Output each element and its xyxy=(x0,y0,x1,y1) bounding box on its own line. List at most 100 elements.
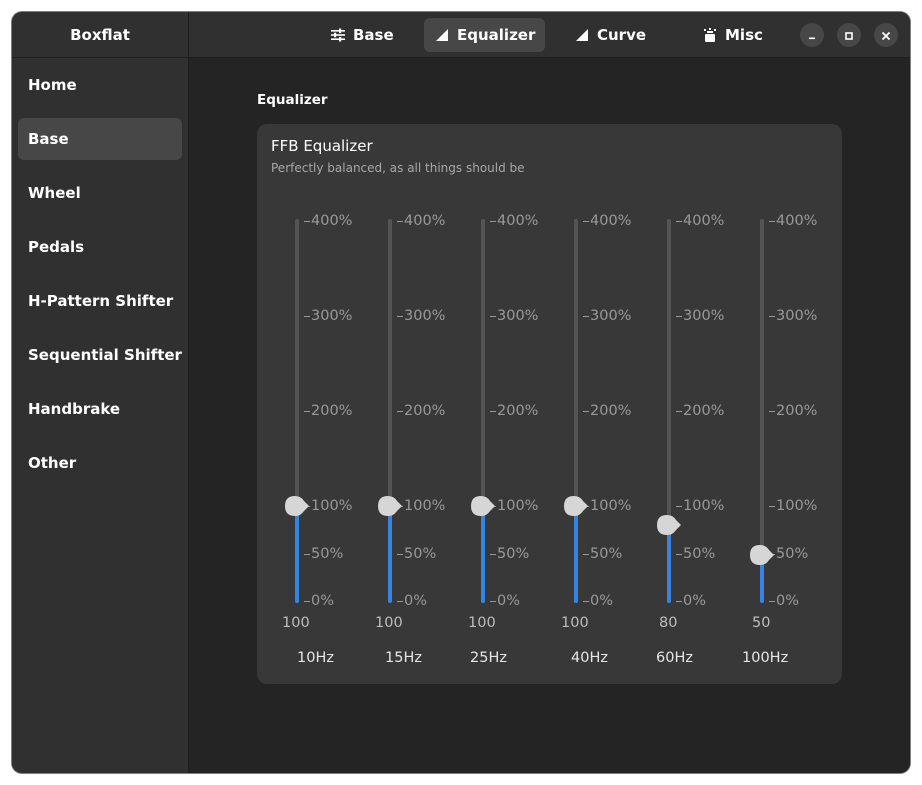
scale-mark-label: 0% xyxy=(776,593,800,609)
scale-mark-label: 100% xyxy=(776,498,818,514)
misc-icon xyxy=(702,27,718,43)
scale-mark-label: 100% xyxy=(404,498,446,514)
scale-mark-label: 200% xyxy=(776,403,818,419)
scale-mark-label: 0% xyxy=(683,593,707,609)
frequency-label: 60Hz xyxy=(656,650,693,666)
scale-mark: 200% xyxy=(676,403,724,419)
sidebar-nav: Home Base Wheel Pedals H-Pattern Shifter… xyxy=(12,58,188,502)
tab-base[interactable]: Base xyxy=(320,18,404,52)
scale-mark-label: 100% xyxy=(311,498,353,514)
section-title: Equalizer xyxy=(257,92,328,108)
slider-knob[interactable] xyxy=(656,514,683,536)
scale-mark: 0% xyxy=(490,593,520,609)
scale-mark-label: 300% xyxy=(404,308,446,324)
slider-knob[interactable] xyxy=(749,544,776,566)
scale-mark: 0% xyxy=(769,593,799,609)
eq-slider-25hz[interactable]: 400% 300% 200% 100% 50% 0% 100 25Hz xyxy=(468,124,571,684)
scale-mark: 300% xyxy=(397,308,445,324)
scale-mark-label: 100% xyxy=(683,498,725,514)
scale-mark-label: 300% xyxy=(776,308,818,324)
eq-slider-15hz[interactable]: 400% 300% 200% 100% 50% 0% 100 15Hz xyxy=(375,124,478,684)
scale-mark: 50% xyxy=(676,546,715,562)
sidebar-item-home[interactable]: Home xyxy=(18,64,182,106)
scale-mark: 300% xyxy=(490,308,538,324)
slider-knob[interactable] xyxy=(563,495,590,517)
scale-mark-label: 50% xyxy=(776,546,809,562)
scale-mark: 100% xyxy=(676,498,724,514)
slider-knob[interactable] xyxy=(377,495,404,517)
scale-mark: 100% xyxy=(490,498,538,514)
scale-mark: 100% xyxy=(769,498,817,514)
scale-mark: 400% xyxy=(583,213,631,229)
scale-mark: 200% xyxy=(490,403,538,419)
frequency-label: 15Hz xyxy=(385,650,422,666)
tab-misc[interactable]: Misc xyxy=(692,18,773,52)
scale-mark-label: 0% xyxy=(404,593,428,609)
header-bar: Base Equalizer Curve Misc xyxy=(189,12,910,58)
scale-mark-label: 50% xyxy=(590,546,623,562)
scale-mark: 400% xyxy=(304,213,352,229)
scale-mark: 400% xyxy=(676,213,724,229)
slider-knob[interactable] xyxy=(284,495,311,517)
scale-mark-label: 200% xyxy=(404,403,446,419)
frequency-label: 40Hz xyxy=(571,650,608,666)
slider-value: 100 xyxy=(375,615,403,631)
eq-slider-10hz[interactable]: 400% 300% 200% 100% 50% 0% 100 10Hz xyxy=(282,124,385,684)
triangle-ramp-icon xyxy=(434,27,450,43)
sidebar-item-wheel[interactable]: Wheel xyxy=(18,172,182,214)
minimize-icon xyxy=(807,26,817,45)
maximize-button[interactable] xyxy=(837,23,861,47)
scale-mark-label: 300% xyxy=(683,308,725,324)
scale-mark: 200% xyxy=(583,403,631,419)
triangle-ramp-icon xyxy=(574,27,590,43)
eq-slider-40hz[interactable]: 400% 300% 200% 100% 50% 0% 100 40Hz xyxy=(561,124,664,684)
eq-slider-100hz[interactable]: 400% 300% 200% 100% 50% 0% 50 100Hz xyxy=(742,124,850,684)
scale-mark: 0% xyxy=(304,593,334,609)
scale-mark: 0% xyxy=(583,593,613,609)
main-content: Base Equalizer Curve Misc Equalizer FFB … xyxy=(189,12,910,773)
scale-mark-label: 200% xyxy=(497,403,539,419)
tab-label: Misc xyxy=(725,26,763,44)
sidebar-item-other[interactable]: Other xyxy=(18,442,182,484)
tab-curve[interactable]: Curve xyxy=(564,18,656,52)
scale-mark-label: 400% xyxy=(776,213,818,229)
frequency-label: 10Hz xyxy=(297,650,334,666)
close-button[interactable] xyxy=(874,23,898,47)
scale-mark: 100% xyxy=(583,498,631,514)
sidebar-item-sequential-shifter[interactable]: Sequential Shifter xyxy=(18,334,182,376)
minimize-button[interactable] xyxy=(800,23,824,47)
scale-mark-label: 400% xyxy=(311,213,353,229)
scale-mark-label: 50% xyxy=(404,546,437,562)
scale-mark: 400% xyxy=(490,213,538,229)
sidebar-item-h-pattern-shifter[interactable]: H-Pattern Shifter xyxy=(18,280,182,322)
sidebar-item-handbrake[interactable]: Handbrake xyxy=(18,388,182,430)
eq-slider-60hz[interactable]: 400% 300% 200% 100% 50% 0% 80 60Hz xyxy=(656,124,757,684)
sidebar-item-pedals[interactable]: Pedals xyxy=(18,226,182,268)
scale-mark: 0% xyxy=(676,593,706,609)
scale-mark-label: 400% xyxy=(404,213,446,229)
scale-mark: 0% xyxy=(397,593,427,609)
slider-fill xyxy=(388,506,392,603)
slider-knob[interactable] xyxy=(470,495,497,517)
scale-mark: 50% xyxy=(490,546,529,562)
maximize-icon xyxy=(844,26,854,45)
sidebar-item-base[interactable]: Base xyxy=(18,118,182,160)
scale-mark-label: 50% xyxy=(311,546,344,562)
frequency-label: 25Hz xyxy=(470,650,507,666)
scale-mark-label: 0% xyxy=(590,593,614,609)
slider-fill xyxy=(667,525,671,603)
scale-mark: 200% xyxy=(769,403,817,419)
scale-mark-label: 100% xyxy=(497,498,539,514)
scale-mark: 200% xyxy=(304,403,352,419)
slider-fill xyxy=(481,506,485,603)
scale-mark-label: 50% xyxy=(497,546,530,562)
slider-value: 100 xyxy=(561,615,589,631)
tab-equalizer[interactable]: Equalizer xyxy=(424,18,546,52)
sidebar: Boxflat Home Base Wheel Pedals H-Pattern… xyxy=(12,12,189,773)
app-title: Boxflat xyxy=(12,12,188,58)
scale-mark: 300% xyxy=(676,308,724,324)
tab-label: Equalizer xyxy=(457,26,536,44)
slider-fill xyxy=(295,506,299,603)
sliders-icon xyxy=(330,27,346,43)
scale-mark-label: 200% xyxy=(590,403,632,419)
